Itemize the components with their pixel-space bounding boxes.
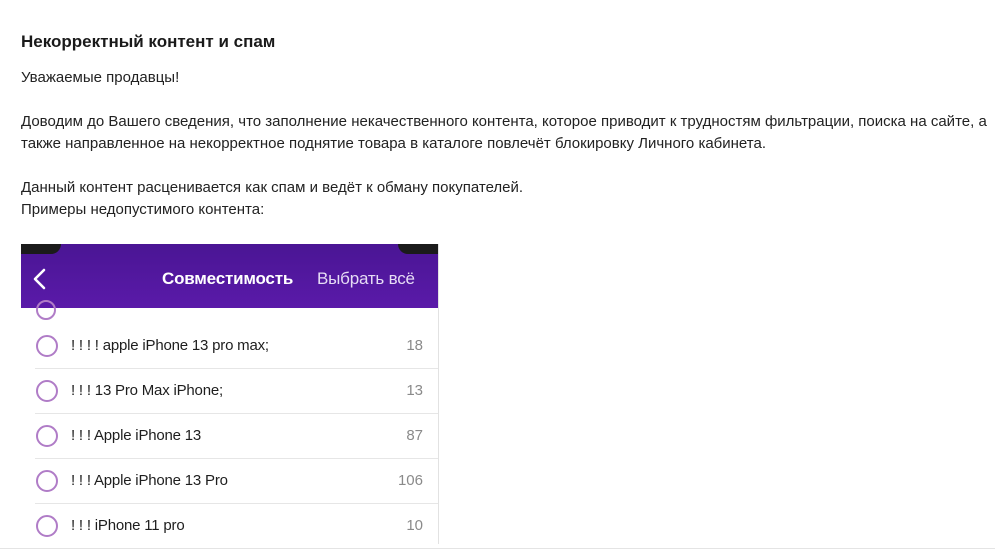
radio-icon[interactable] [36,515,58,537]
radio-icon[interactable] [36,425,58,447]
divider [0,548,995,549]
list-item[interactable]: ! ! ! Apple iPhone 13 87 [35,414,438,459]
phone-corner-left [21,244,61,254]
phone-corner-right [398,244,438,254]
compatibility-list: ! ! ! ! apple iPhone 13 pro max; 18 ! ! … [21,324,438,544]
radio-icon[interactable] [36,300,56,320]
list-item-label: ! ! ! iPhone 11 pro [71,517,185,534]
radio-icon[interactable] [36,380,58,402]
list-item-count: 106 [397,472,423,489]
list-item[interactable]: ! ! ! iPhone 11 pro 10 [35,504,438,544]
list-item-count: 10 [406,517,423,534]
example-screenshot: Совместимость Выбрать всё ! ! ! ! apple … [21,244,439,544]
list-item[interactable]: ! ! ! ! apple iPhone 13 pro max; 18 [35,324,438,369]
greeting-text: Уважаемые продавцы! [21,69,180,86]
list-item-count: 13 [406,382,423,399]
notice-text: Доводим до Вашего сведения, что заполнен… [21,113,987,152]
spam-note-text: Данный контент расценивается как спам и … [21,179,524,196]
phone-header: Совместимость Выбрать всё [21,244,438,308]
list-item-label: ! ! ! 13 Pro Max iPhone; [71,382,223,399]
examples-label: Примеры недопустимого контента: [21,201,265,218]
compatibility-title: Совместимость [162,269,294,288]
list-item[interactable]: ! ! ! Apple iPhone 13 Pro 106 [35,459,438,504]
select-all-button[interactable]: Выбрать всё [317,269,415,289]
article-title: Некорректный контент и спам [21,32,276,51]
list-item[interactable]: ! ! ! 13 Pro Max iPhone; 13 [35,369,438,414]
radio-icon[interactable] [36,470,58,492]
list-item-count: 87 [406,427,423,444]
radio-icon[interactable] [36,335,58,357]
list-item-count: 18 [406,337,423,354]
list-item-label: ! ! ! ! apple iPhone 13 pro max; [71,337,269,354]
list-item-label: ! ! ! Apple iPhone 13 [71,427,202,444]
chevron-left-icon[interactable] [29,264,53,294]
list-item-label: ! ! ! Apple iPhone 13 Pro [71,472,228,489]
